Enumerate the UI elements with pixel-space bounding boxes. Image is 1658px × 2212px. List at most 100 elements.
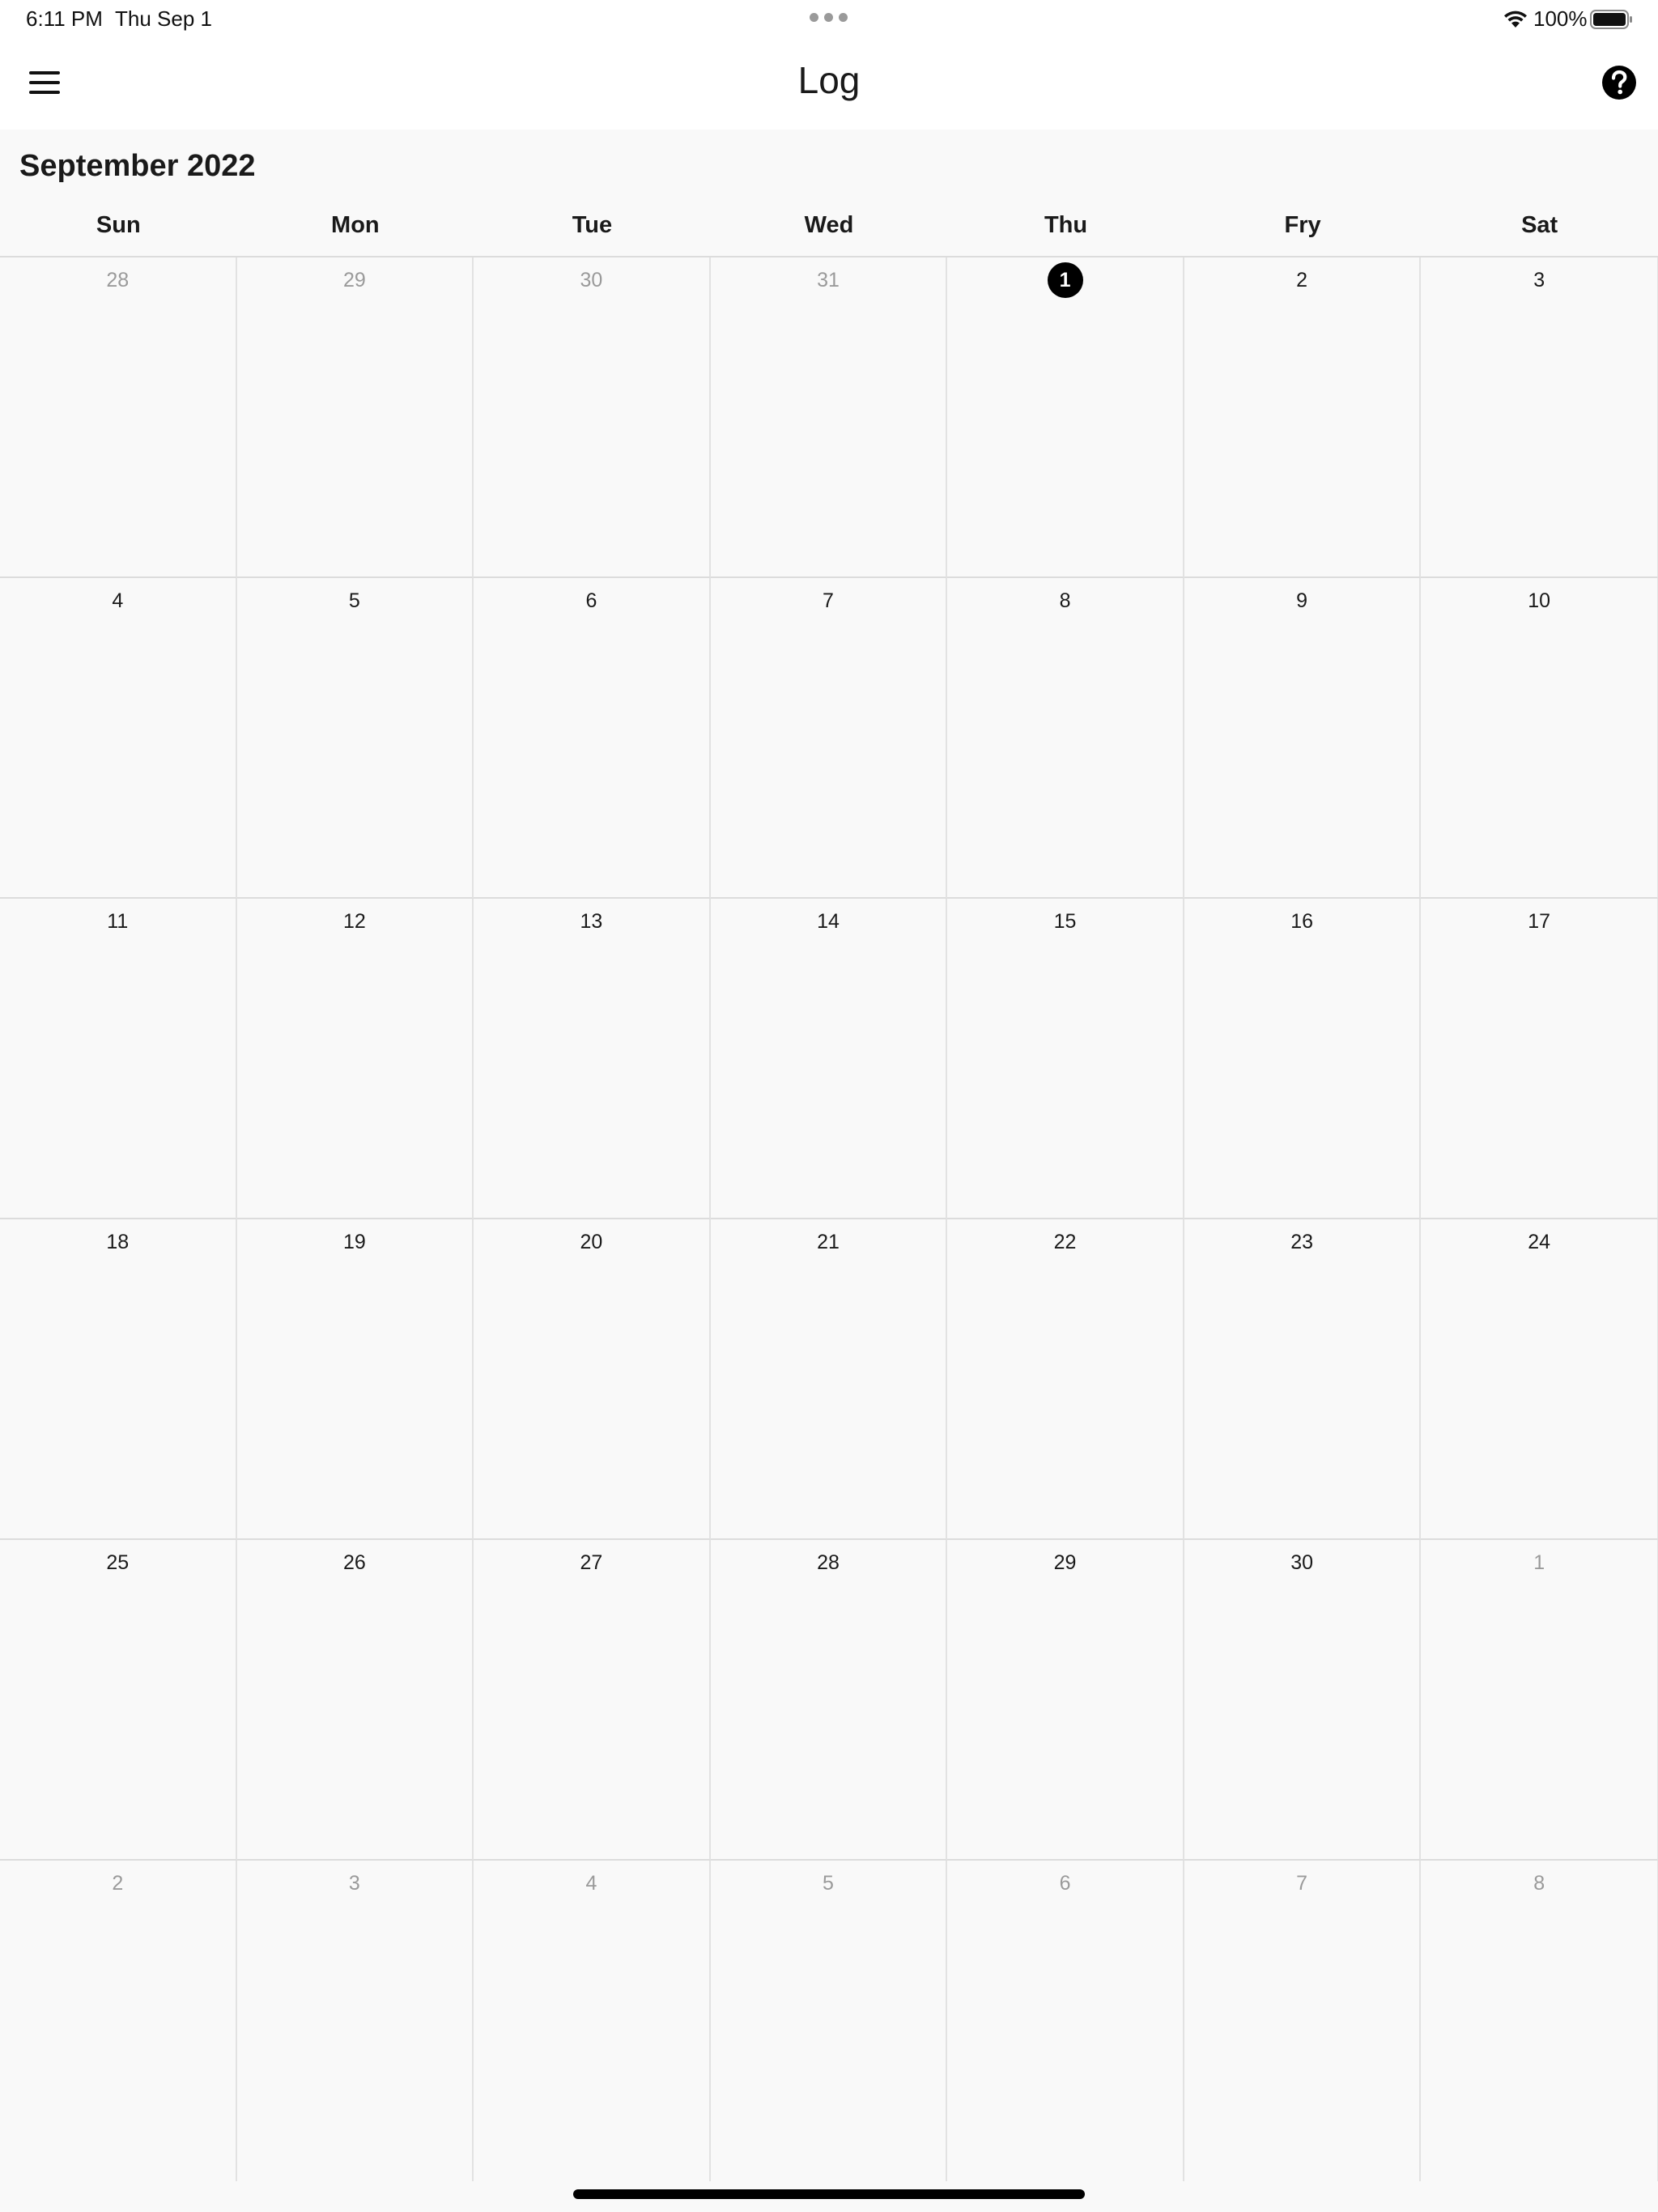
day-number: 18 (106, 1231, 130, 1253)
navigation-bar: Log (0, 39, 1658, 130)
page-title: Log (797, 59, 861, 101)
day-number: 25 (106, 1551, 130, 1574)
calendar-day-cell[interactable]: 4 (0, 578, 237, 899)
day-number: 31 (817, 269, 840, 291)
calendar-day-cell[interactable]: 7 (1184, 1861, 1422, 2181)
calendar-day-cell[interactable]: 28 (0, 257, 237, 578)
day-number: 19 (342, 1231, 366, 1253)
calendar-day-cell-today[interactable]: 1 (947, 257, 1184, 578)
calendar-day-cell[interactable]: 26 (236, 1540, 474, 1861)
today-day-number: 1 (1047, 262, 1083, 298)
day-number: 13 (580, 910, 603, 933)
wifi-icon (1504, 11, 1527, 28)
day-number: 27 (580, 1551, 603, 1574)
status-time: 6:11 PM (26, 6, 103, 31)
day-number: 12 (342, 910, 366, 933)
day-number: 5 (823, 1872, 834, 1895)
weekday-label: Tue (572, 212, 613, 238)
battery-icon (1590, 10, 1632, 29)
day-number: 29 (342, 269, 366, 291)
battery-percent: 100% (1533, 6, 1588, 31)
calendar-day-cell[interactable]: 25 (0, 1540, 237, 1861)
day-number: 1 (1533, 1551, 1545, 1574)
calendar-day-cell[interactable]: 14 (710, 899, 948, 1219)
calendar-day-cell[interactable]: 1 (1421, 1540, 1658, 1861)
day-number: 4 (585, 1872, 597, 1895)
help-circle-icon[interactable] (1600, 63, 1639, 102)
weekday-label: Thu (1044, 212, 1088, 238)
day-number: 7 (1296, 1872, 1308, 1895)
calendar-day-cell[interactable]: 19 (236, 1219, 474, 1540)
calendar-day-cell[interactable]: 7 (710, 578, 948, 899)
day-number: 20 (580, 1231, 603, 1253)
calendar-day-cell[interactable]: 16 (1184, 899, 1422, 1219)
day-number: 7 (823, 589, 834, 612)
calendar-day-cell[interactable]: 2 (1184, 257, 1422, 578)
calendar-day-cell[interactable]: 21 (710, 1219, 948, 1540)
status-date: Thu Sep 1 (115, 6, 212, 31)
calendar-day-cell[interactable]: 2 (0, 1861, 237, 2181)
hamburger-menu-icon[interactable] (26, 63, 66, 104)
calendar-day-cell[interactable]: 29 (236, 257, 474, 578)
calendar-day-cell[interactable]: 28 (710, 1540, 948, 1861)
home-indicator[interactable] (573, 2189, 1085, 2199)
month-title: September 2022 (19, 149, 256, 183)
day-number: 21 (817, 1231, 840, 1253)
calendar-day-cell[interactable]: 31 (710, 257, 948, 578)
day-number: 30 (1290, 1551, 1313, 1574)
calendar-day-cell[interactable]: 30 (474, 257, 711, 578)
calendar-day-cell[interactable]: 17 (1421, 899, 1658, 1219)
multitask-dots-icon[interactable] (810, 13, 848, 23)
calendar-day-cell[interactable]: 3 (237, 1861, 474, 2181)
calendar-day-cell[interactable]: 30 (1184, 1540, 1422, 1861)
day-number: 28 (817, 1551, 840, 1574)
day-number: 28 (106, 269, 130, 291)
calendar-day-cell[interactable]: 3 (1421, 257, 1658, 578)
day-number: 9 (1296, 589, 1308, 612)
calendar-day-cell[interactable]: 10 (1421, 578, 1658, 899)
calendar-day-cell[interactable]: 5 (236, 578, 474, 899)
calendar-day-cell[interactable]: 22 (947, 1219, 1184, 1540)
calendar-day-cell[interactable]: 13 (474, 899, 711, 1219)
day-number: 2 (1296, 269, 1308, 291)
calendar-day-cell[interactable]: 12 (236, 899, 474, 1219)
day-number: 14 (817, 910, 840, 933)
calendar-day-cell[interactable]: 23 (1184, 1219, 1422, 1540)
calendar-day-cell[interactable]: 27 (474, 1540, 711, 1861)
day-number: 3 (1533, 269, 1545, 291)
day-number: 11 (107, 910, 129, 933)
calendar-day-cell[interactable]: 5 (711, 1861, 948, 2181)
calendar-day-cell[interactable]: 9 (1184, 578, 1422, 899)
calendar-day-cell[interactable]: 18 (0, 1219, 237, 1540)
weekday-label: Sun (96, 212, 141, 238)
day-number: 5 (348, 589, 360, 612)
day-number: 26 (342, 1551, 366, 1574)
day-number: 30 (580, 269, 603, 291)
day-number: 10 (1528, 589, 1551, 612)
day-number: 29 (1053, 1551, 1077, 1574)
day-number: 8 (1533, 1872, 1545, 1895)
day-number: 23 (1290, 1231, 1313, 1253)
calendar-day-cell[interactable]: 4 (474, 1861, 711, 2181)
weekday-label: Mon (331, 212, 380, 238)
day-number: 2 (112, 1872, 124, 1895)
calendar-day-cell[interactable]: 20 (474, 1219, 711, 1540)
day-number: 3 (348, 1872, 360, 1895)
calendar-day-cell[interactable]: 8 (1421, 1861, 1658, 2181)
calendar-day-cell[interactable]: 11 (0, 899, 237, 1219)
calendar-day-cell[interactable]: 8 (947, 578, 1184, 899)
day-number: 8 (1059, 589, 1071, 612)
weekday-label: Fry (1284, 212, 1321, 238)
calendar-day-cell[interactable]: 15 (947, 899, 1184, 1219)
weekday-header-row: Sun Mon Tue Wed Thu Fry Sat (0, 212, 1658, 245)
day-number: 24 (1528, 1231, 1551, 1253)
day-number: 22 (1053, 1231, 1077, 1253)
weekday-label: Sat (1521, 212, 1558, 238)
calendar-day-cell[interactable]: 6 (474, 578, 711, 899)
calendar-day-cell[interactable]: 24 (1421, 1219, 1658, 1540)
calendar-day-cell[interactable]: 29 (947, 1540, 1184, 1861)
day-number: 17 (1528, 910, 1551, 933)
day-number: 6 (585, 589, 597, 612)
calendar-month-grid: 28 29 30 31 1 2 3 4 5 6 7 8 9 10 11 12 13 14 15 16 17 18 19 20 2… (0, 256, 1658, 2181)
calendar-day-cell[interactable]: 6 (947, 1861, 1184, 2181)
